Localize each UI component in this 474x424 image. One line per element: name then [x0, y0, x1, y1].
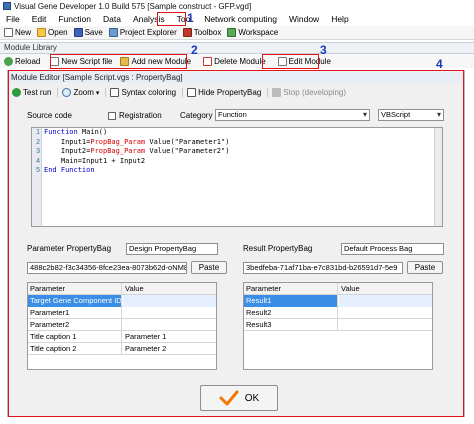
annotation-number-2: 2: [191, 43, 198, 57]
delete-module-label: Delete Module: [214, 56, 266, 66]
project-explorer-label: Project Explorer: [119, 28, 177, 37]
annotation-box-tool-menu: [157, 12, 186, 26]
reload-button[interactable]: Reload: [4, 56, 41, 66]
menu-network-computing[interactable]: Network computing: [198, 13, 283, 26]
window-title: Visual Gene Developer 1.0 Build 575 [Sam…: [14, 1, 252, 11]
project-explorer-button[interactable]: Project Explorer: [108, 28, 177, 37]
main-toolbar: New Open Save Project Explorer Toolbox W…: [0, 26, 474, 40]
reload-label: Reload: [15, 56, 41, 66]
new-file-icon: [4, 28, 13, 37]
menu-help[interactable]: Help: [325, 13, 354, 26]
save-button[interactable]: Save: [73, 28, 103, 37]
annotation-box-edit-module: [262, 54, 319, 69]
menu-edit[interactable]: Edit: [26, 13, 53, 26]
open-button[interactable]: Open: [37, 28, 68, 37]
toolbox-button[interactable]: Toolbox: [182, 28, 222, 37]
project-explorer-icon: [108, 28, 118, 37]
reload-icon: [4, 56, 13, 66]
module-library-header: Module Library: [0, 42, 474, 54]
new-button[interactable]: New: [4, 28, 31, 37]
open-label: Open: [48, 28, 68, 37]
app-icon: [3, 2, 11, 10]
toolbox-icon: [182, 28, 192, 37]
title-bar: Visual Gene Developer 1.0 Build 575 [Sam…: [0, 0, 474, 12]
open-folder-icon: [37, 28, 47, 37]
delete-module-button[interactable]: Delete Module: [203, 56, 266, 66]
menu-bar: File Edit Function Data Analysis Tool Ne…: [0, 12, 474, 26]
new-label: New: [15, 28, 32, 37]
annotation-box-module-editor: [8, 70, 464, 417]
workspace-label: Workspace: [238, 28, 279, 37]
annotation-number-1: 1: [187, 11, 194, 25]
workspace-icon: [227, 28, 237, 37]
menu-data[interactable]: Data: [97, 13, 127, 26]
save-icon: [73, 28, 83, 37]
workspace-button[interactable]: Workspace: [227, 28, 278, 37]
save-label: Save: [84, 28, 103, 37]
menu-window[interactable]: Window: [283, 13, 325, 26]
annotation-box-module-buttons: [50, 54, 187, 69]
delete-module-icon: [203, 56, 213, 66]
menu-file[interactable]: File: [0, 13, 26, 26]
annotation-number-4: 4: [436, 57, 443, 71]
menu-function[interactable]: Function: [52, 13, 97, 26]
toolbox-label: Toolbox: [193, 28, 222, 37]
annotation-number-3: 3: [320, 43, 327, 57]
